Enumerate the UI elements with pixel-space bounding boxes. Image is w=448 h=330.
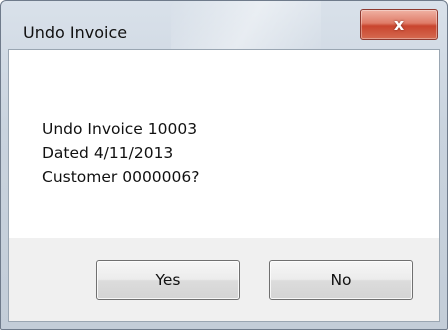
yes-button[interactable]: Yes: [96, 260, 240, 300]
dialog-title: Undo Invoice: [23, 23, 128, 42]
undo-invoice-dialog: Undo Invoice x Undo Invoice 10003 Dated …: [0, 0, 448, 330]
close-icon: x: [393, 14, 405, 34]
title-bar[interactable]: Undo Invoice x: [1, 1, 447, 49]
message-line-customer: Customer 0000006?: [42, 168, 200, 186]
close-button[interactable]: x: [360, 9, 438, 40]
message-text: Undo Invoice 10003 Dated 4/11/2013 Custo…: [42, 117, 199, 189]
message-line-invoice: Undo Invoice 10003: [42, 120, 198, 138]
no-button[interactable]: No: [269, 260, 413, 300]
message-area: Undo Invoice 10003 Dated 4/11/2013 Custo…: [9, 50, 439, 238]
message-line-date: Dated 4/11/2013: [42, 144, 174, 162]
dialog-body: Undo Invoice 10003 Dated 4/11/2013 Custo…: [8, 49, 440, 322]
